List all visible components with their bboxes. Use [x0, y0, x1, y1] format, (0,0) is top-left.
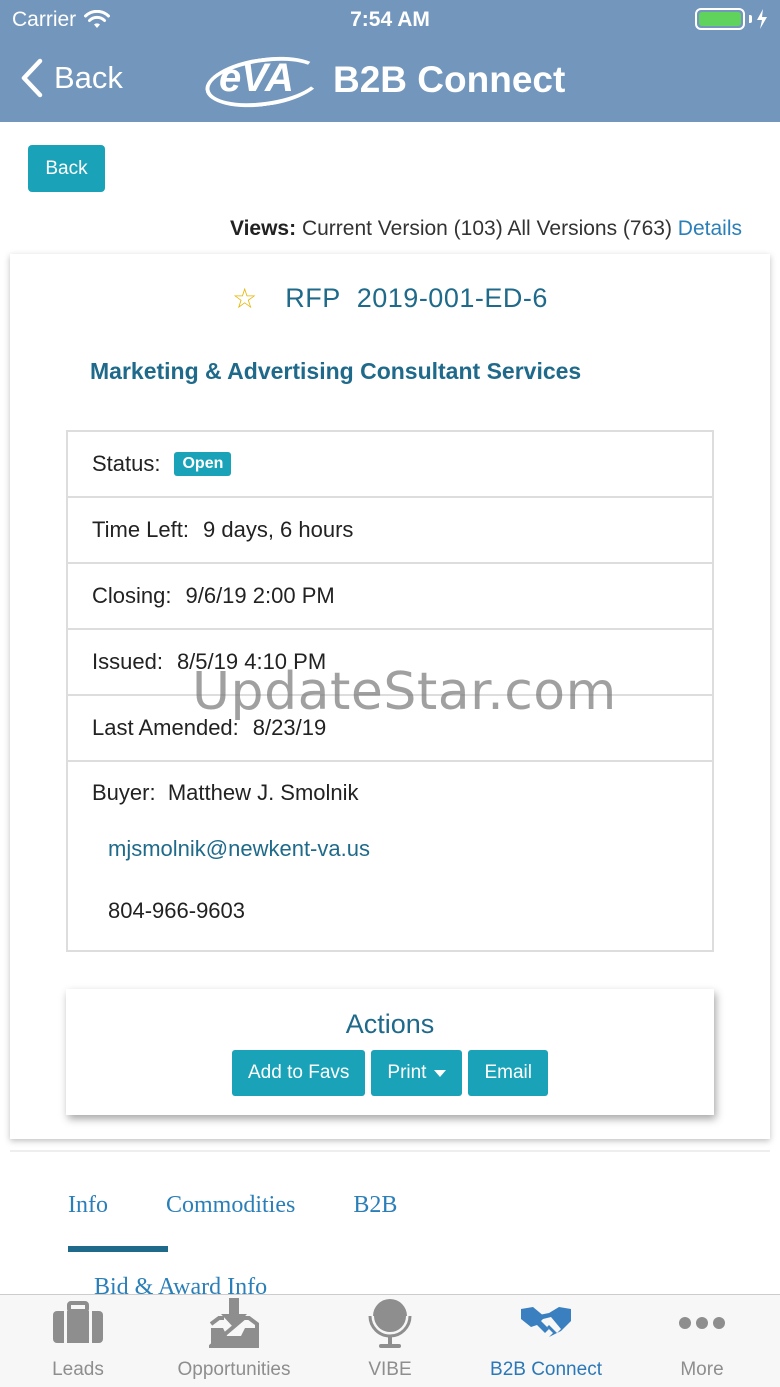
- solicitation-header: ☆ RFP 2019-001-ED-6: [10, 282, 770, 315]
- status-label: Status:: [92, 451, 161, 476]
- print-label: Print: [387, 1062, 427, 1083]
- tab-commodities[interactable]: Commodities: [166, 1192, 295, 1219]
- buyer-name: Matthew J. Smolnik: [167, 780, 359, 805]
- logo-text: eVA: [219, 56, 294, 100]
- time-left-label: Time Left:: [92, 517, 189, 542]
- tab-info[interactable]: Info: [68, 1192, 108, 1219]
- briefcase-icon: [53, 1301, 103, 1343]
- actions-panel: Actions Add to Favs Print Email: [66, 989, 714, 1115]
- actions-heading: Actions: [345, 1009, 435, 1039]
- tabbar-label-leads: Leads: [52, 1359, 104, 1380]
- buyer-row: Buyer: Matthew J. Smolnik: [92, 780, 688, 806]
- views-text: Current Version (103) All Versions (763): [301, 217, 672, 240]
- print-button[interactable]: Print: [371, 1050, 463, 1096]
- detail-tabs-panel: Info Commodities B2B Bid & Award Info: [10, 1150, 770, 1300]
- tabbar-item-b2b-connect[interactable]: B2B Connect: [468, 1295, 624, 1387]
- clock: 7:54 AM: [350, 8, 430, 31]
- email-button[interactable]: Email: [468, 1050, 548, 1096]
- eva-logo: eVA: [202, 50, 326, 114]
- closing-value: 9/6/19 2:00 PM: [185, 583, 335, 608]
- tabbar-item-vibe[interactable]: VIBE: [312, 1295, 468, 1387]
- tabbar-item-more[interactable]: More: [624, 1295, 780, 1387]
- status-row: Status: Open: [68, 432, 712, 498]
- app-title: eVA B2B Connect: [202, 50, 566, 114]
- closing-row: Closing: 9/6/19 2:00 PM: [68, 564, 712, 630]
- solicitation-type: RFP: [285, 283, 341, 313]
- solicitation-number: 2019-001-ED-6: [356, 283, 548, 313]
- nav-back-button[interactable]: Back: [20, 58, 123, 98]
- status-bar: Carrier 7:54 AM: [0, 0, 780, 40]
- tabbar-label-b2b-connect: B2B Connect: [490, 1359, 602, 1380]
- buyer-label: Buyer:: [92, 780, 156, 805]
- buyer-block: Buyer: Matthew J. Smolnik mjsmolnik@newk…: [68, 762, 712, 942]
- battery-icon: [695, 8, 768, 30]
- views-label: Views:: [229, 217, 297, 240]
- time-left-value: 9 days, 6 hours: [203, 517, 354, 542]
- tab-b2b[interactable]: B2B: [353, 1192, 397, 1219]
- tabbar-label-vibe: VIBE: [368, 1359, 412, 1380]
- watermark: UpdateStar.com: [192, 662, 617, 722]
- tabbar-item-opportunities[interactable]: Opportunities: [156, 1295, 312, 1387]
- app-name: B2B Connect: [333, 59, 566, 100]
- tabbar-label-opportunities: Opportunities: [177, 1359, 291, 1380]
- time-left-row: Time Left: 9 days, 6 hours: [68, 498, 712, 564]
- tabbar-item-leads[interactable]: Leads: [0, 1295, 156, 1387]
- chevron-left-icon: [21, 58, 43, 98]
- issued-label: Issued:: [92, 649, 163, 674]
- solicitation-id: RFP 2019-001-ED-6: [285, 283, 548, 314]
- handshake-icon: [521, 1307, 571, 1337]
- bottom-tab-bar: Leads Opportunities VIBE B2B Connect Mor…: [0, 1294, 780, 1387]
- views-summary: Views: Current Version (103) All Version…: [230, 217, 742, 241]
- details-link[interactable]: Details: [678, 217, 742, 240]
- globe-icon: [368, 1299, 412, 1348]
- add-to-favs-button[interactable]: Add to Favs: [232, 1050, 366, 1096]
- navigation-bar: Carrier 7:54 AM Back eVA B2B Connect: [0, 0, 780, 122]
- nav-back-label: Back: [54, 60, 123, 95]
- buyer-email-link[interactable]: mjsmolnik@newkent-va.us: [92, 836, 688, 862]
- status-badge: Open: [174, 452, 232, 476]
- caret-down-icon: [434, 1069, 447, 1077]
- buyer-phone[interactable]: 804-966-9603: [92, 898, 688, 924]
- back-button[interactable]: Back: [28, 145, 105, 192]
- active-tab-indicator: [68, 1246, 168, 1252]
- tabbar-label-more: More: [680, 1359, 724, 1380]
- inbox-download-icon: [209, 1298, 259, 1348]
- solicitation-title: Marketing & Advertising Consultant Servi…: [90, 358, 582, 384]
- star-icon[interactable]: ☆: [232, 282, 257, 315]
- closing-label: Closing:: [92, 583, 172, 608]
- more-dots-icon: [679, 1317, 725, 1329]
